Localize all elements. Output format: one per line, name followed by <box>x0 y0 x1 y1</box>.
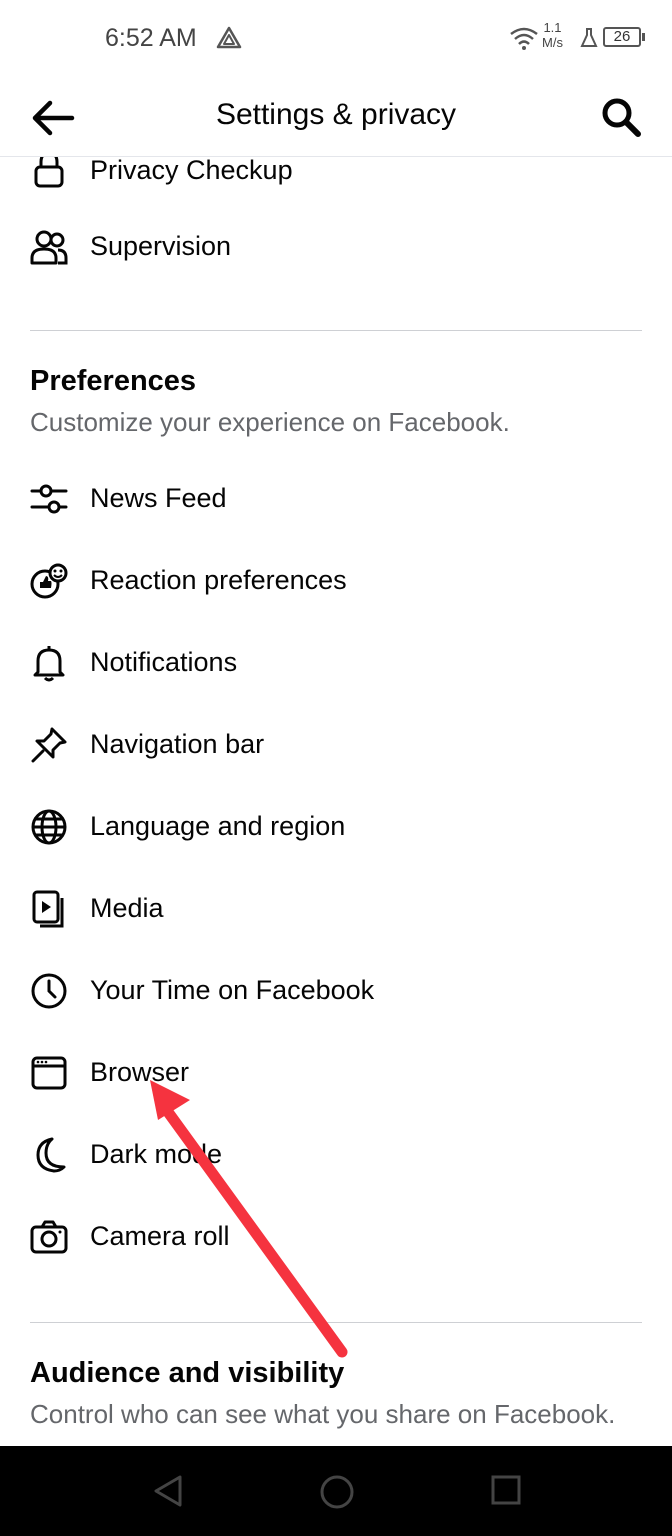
settings-item-label: Supervision <box>90 231 232 261</box>
speed-value: 1.1 <box>543 20 562 35</box>
settings-item-your-time-on-facebook[interactable]: Your Time on Facebook <box>0 950 672 1032</box>
settings-item-notifications[interactable]: Notifications <box>0 622 672 704</box>
nav-back-icon[interactable] <box>152 1474 184 1508</box>
section-subtitle-audience: Control who can see what you share on Fa… <box>30 1399 616 1429</box>
settings-item-browser[interactable]: Browser <box>0 1032 672 1114</box>
page-title: Settings & privacy <box>215 98 457 131</box>
section-title-audience: Audience and visibility <box>30 1357 345 1389</box>
system-navigation-bar <box>0 1446 672 1536</box>
settings-item-dark-mode[interactable]: Dark mode <box>0 1114 672 1196</box>
settings-item-label: Privacy Checkup <box>90 155 293 185</box>
pin-icon <box>31 727 67 763</box>
reaction-icon <box>30 563 68 599</box>
flask-icon <box>580 28 598 47</box>
clock-icon <box>31 973 67 1009</box>
wifi-icon <box>510 27 538 50</box>
browser-icon <box>31 1056 67 1090</box>
nav-recents-icon[interactable] <box>490 1474 522 1506</box>
app-bar: Settings & privacy <box>0 78 672 157</box>
settings-item-media[interactable]: Media <box>0 868 672 950</box>
settings-item-news-feed[interactable]: News Feed <box>0 458 672 540</box>
status-time: 6:52 AM <box>105 24 197 52</box>
speed-unit: M/s <box>542 35 563 50</box>
camera-icon <box>30 1220 68 1254</box>
globe-icon <box>31 809 67 845</box>
moon-icon <box>36 1137 66 1173</box>
settings-item-label: Browser <box>90 1057 190 1087</box>
settings-item-label: News Feed <box>90 483 227 513</box>
drive-icon <box>216 26 242 49</box>
settings-item-label: Notifications <box>90 647 238 677</box>
settings-item-label: Reaction preferences <box>90 565 347 595</box>
section-subtitle-preferences: Customize your experience on Facebook. <box>30 407 510 437</box>
section-title-preferences: Preferences <box>30 365 197 397</box>
people-icon <box>30 230 68 265</box>
settings-item-label: Language and region <box>90 811 346 841</box>
search-icon[interactable] <box>600 96 642 138</box>
media-icon <box>32 890 64 928</box>
settings-item-label: Dark mode <box>90 1139 223 1169</box>
network-speed: 1.1 M/s <box>542 20 563 50</box>
settings-item-label: Camera roll <box>90 1221 230 1251</box>
settings-item-label: Your Time on Facebook <box>90 975 375 1005</box>
settings-item-camera-roll[interactable]: Camera roll <box>0 1196 672 1278</box>
settings-item-label: Media <box>90 893 164 923</box>
settings-list: Privacy Checkup Supervision Preferences … <box>0 130 672 1430</box>
settings-item-label: Navigation bar <box>90 729 265 759</box>
bell-icon <box>33 646 65 682</box>
settings-item-navigation-bar[interactable]: Navigation bar <box>0 704 672 786</box>
settings-item-reaction-preferences[interactable]: Reaction preferences <box>0 540 672 622</box>
nav-home-icon[interactable] <box>319 1474 355 1510</box>
sliders-icon <box>30 484 68 514</box>
settings-item-language-and-region[interactable]: Language and region <box>0 786 672 868</box>
status-bar: 6:52 AM 1.1 M/s 26 <box>0 0 672 78</box>
settings-item-supervision[interactable]: Supervision <box>0 206 672 288</box>
battery-indicator: 26 <box>603 27 645 47</box>
